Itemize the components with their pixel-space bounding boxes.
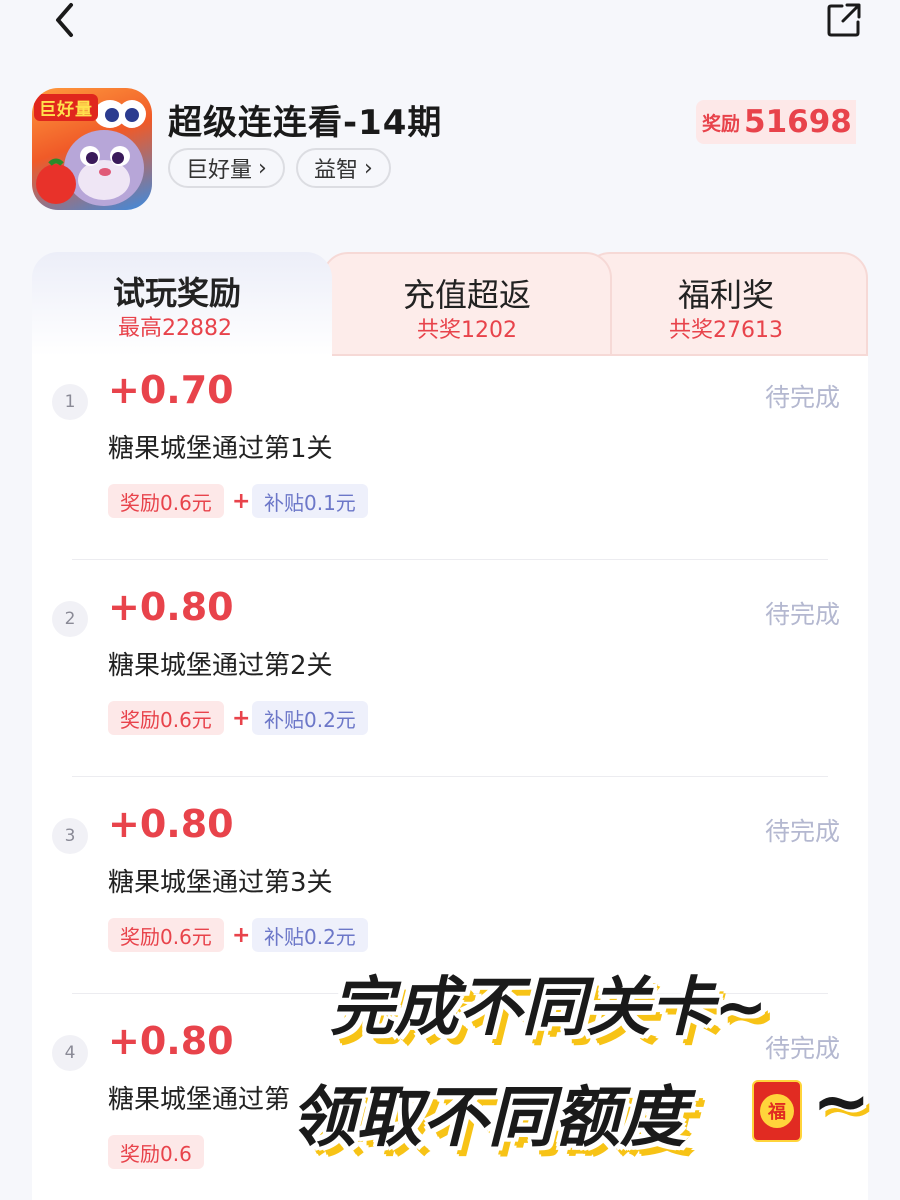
subsidy-chip: 补贴0.2元 [252, 918, 368, 952]
divider [72, 776, 828, 777]
list-item[interactable]: 3 +0.80 待完成 糖果城堡通过第3关 奖励0.6元 + 补贴0.2元 [32, 790, 868, 1007]
task-status: 待完成 [764, 817, 840, 846]
task-amount: +0.70 [108, 368, 234, 412]
chevron-left-icon [56, 3, 73, 37]
task-name: 糖果城堡通过第3关 [108, 868, 333, 898]
list-item[interactable]: 4 +0.80 待完成 糖果城堡通过第 奖励0.6 [32, 1007, 868, 1200]
chevron-right-icon: › [364, 155, 373, 181]
tab-title: 充值超返 [402, 276, 531, 314]
game-app-icon[interactable]: 巨好量 [32, 88, 152, 210]
task-name: 糖果城堡通过第2关 [108, 651, 333, 681]
task-number: 4 [52, 1035, 88, 1071]
reward-chip: 奖励0.6元 [108, 918, 224, 952]
share-external-icon [827, 3, 861, 37]
tab-welfare[interactable]: 福利奖 共奖27613 [584, 252, 868, 356]
tab-recharge[interactable]: 充值超返 共奖1202 [322, 252, 612, 356]
task-amount: +0.80 [108, 802, 234, 846]
reward-chip: 奖励0.6元 [108, 484, 224, 518]
task-amount: +0.80 [108, 585, 234, 629]
subsidy-chip: 补贴0.2元 [252, 701, 368, 735]
game-icon-badge: 巨好量 [34, 94, 98, 121]
task-status: 待完成 [764, 600, 840, 629]
list-item[interactable]: 2 +0.80 待完成 糖果城堡通过第2关 奖励0.6元 + 补贴0.2元 [32, 573, 868, 790]
chevron-right-icon: › [258, 155, 267, 181]
total-reward-label: 奖励 [702, 112, 741, 135]
divider [72, 559, 828, 560]
tag-label: 巨好量 [186, 158, 253, 183]
task-number: 1 [52, 384, 88, 420]
tag-category[interactable]: 益智 › [296, 148, 391, 188]
tab-subtitle: 最高22882 [118, 316, 232, 341]
total-reward-amount: 51698 [744, 104, 852, 140]
game-title: 超级连连看-14期 [168, 103, 443, 143]
task-status: 待完成 [764, 383, 840, 412]
top-bar [0, 0, 900, 50]
tab-subtitle: 共奖1202 [417, 318, 517, 343]
plus-sign: + [232, 705, 251, 731]
task-status: 待完成 [764, 1034, 840, 1063]
share-button[interactable] [822, 0, 866, 40]
subsidy-chip: 补贴0.1元 [252, 484, 368, 518]
reward-tabs: 福利奖 共奖27613 充值超返 共奖1202 试玩奖励 最高22882 [32, 252, 868, 356]
back-button[interactable] [44, 0, 84, 40]
task-number: 3 [52, 818, 88, 854]
tab-trial-reward[interactable]: 试玩奖励 最高22882 [32, 252, 332, 356]
task-list: 1 +0.70 待完成 糖果城堡通过第1关 奖励0.6元 + 补贴0.1元 2 … [32, 356, 868, 1200]
tab-title: 福利奖 [677, 276, 774, 314]
task-name: 糖果城堡通过第 [108, 1085, 291, 1115]
tab-title: 试玩奖励 [112, 274, 241, 312]
divider [72, 993, 828, 994]
plus-sign: + [232, 922, 251, 948]
plus-sign: + [232, 488, 251, 514]
reward-chip: 奖励0.6 [108, 1135, 204, 1169]
task-number: 2 [52, 601, 88, 637]
list-item[interactable]: 1 +0.70 待完成 糖果城堡通过第1关 奖励0.6元 + 补贴0.1元 [32, 356, 868, 573]
tab-subtitle: 共奖27613 [669, 318, 783, 343]
game-header: 巨好量 超级连连看-14期 巨好量 › 益智 › 奖励 51698 [0, 80, 900, 220]
tag-label: 益智 [314, 158, 359, 183]
total-reward-badge: 奖励 51698 [696, 100, 856, 144]
reward-chip: 奖励0.6元 [108, 701, 224, 735]
tag-publisher[interactable]: 巨好量 › [168, 148, 285, 188]
task-amount: +0.80 [108, 1019, 234, 1063]
task-name: 糖果城堡通过第1关 [108, 434, 333, 464]
